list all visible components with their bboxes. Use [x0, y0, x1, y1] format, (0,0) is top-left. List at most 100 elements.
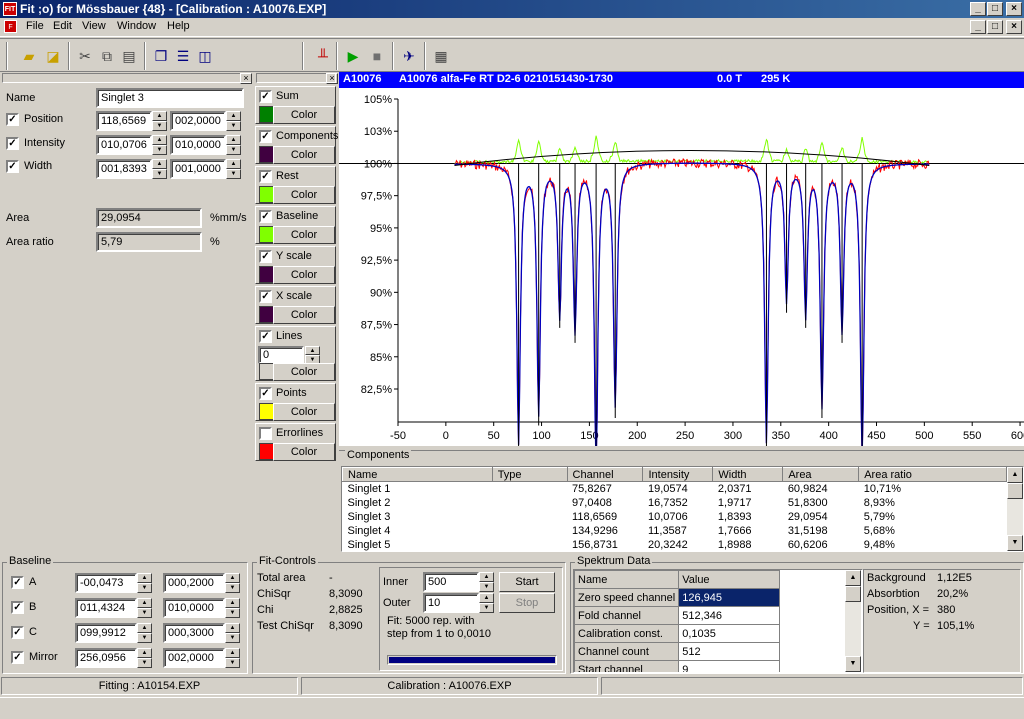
lines-width-spinner[interactable]: ▲ ▼	[305, 346, 320, 364]
spektrum-row[interactable]: Start channel 9	[574, 660, 780, 672]
menu-window[interactable]: Window	[117, 20, 156, 32]
inner-input[interactable]: 500	[423, 572, 479, 592]
fit-app-icon[interactable]: FIT	[3, 2, 17, 16]
spektrum-header[interactable]: Name	[574, 570, 680, 589]
intensity-step-input[interactable]: 010,0000	[170, 135, 226, 155]
column-header[interactable]: Area	[782, 467, 860, 482]
display-checkbox[interactable]: ✓	[259, 330, 272, 343]
open-folder-icon[interactable]: ▰	[18, 45, 40, 67]
position-checkbox[interactable]: ✓	[6, 113, 19, 126]
menu-view[interactable]: View	[82, 20, 106, 32]
baseline-b-checkbox[interactable]: ✓	[11, 601, 24, 614]
close-icon[interactable]: ×	[1006, 2, 1022, 16]
spektrum-value[interactable]: 512	[678, 642, 780, 661]
table-row[interactable]: Singlet 4 134,9296 11,3587 1,7666 31,5198 5,6…	[343, 524, 1007, 538]
width-step-input[interactable]: 001,0000	[170, 159, 226, 179]
cut-icon[interactable]: ✂	[74, 45, 96, 67]
spektrum-value[interactable]: 0,1035	[678, 624, 780, 643]
width-checkbox[interactable]: ✓	[6, 160, 19, 173]
baseline-mirror-step-input[interactable]: 002,0000	[163, 648, 225, 668]
baseline-c-checkbox[interactable]: ✓	[11, 626, 24, 639]
document-icon[interactable]: F	[4, 20, 17, 33]
stop-icon[interactable]: ■	[366, 45, 388, 67]
tile-horizontal-icon[interactable]: ☰	[172, 45, 194, 67]
column-header[interactable]: Area ratio	[858, 467, 1007, 482]
baseline-c-step-input[interactable]: 000,3000	[163, 623, 225, 643]
spectrum-icon[interactable]: ╨	[312, 45, 334, 67]
intensity-input[interactable]: 010,0706	[96, 135, 152, 155]
tile-vertical-icon[interactable]: ◫	[194, 45, 216, 67]
table-row[interactable]: Singlet 2 97,0408 16,7352 1,9717 51,8300 8,93…	[343, 496, 1007, 510]
color-button[interactable]: Color	[273, 146, 335, 164]
spektrum-value[interactable]: 512,346	[678, 606, 780, 625]
baseline-a-step-input[interactable]: 000,2000	[163, 573, 225, 593]
maximize-icon[interactable]: □	[987, 2, 1003, 16]
fit-graph-icon[interactable]: ✈	[398, 45, 420, 67]
display-checkbox[interactable]: ✓	[259, 210, 272, 223]
baseline-b-input[interactable]: 011,4324	[75, 598, 137, 618]
display-checkbox[interactable]: ✓	[259, 90, 272, 103]
display-checkbox[interactable]: ✓	[259, 290, 272, 303]
baseline-b-step-spinner[interactable]: ▲ ▼	[225, 598, 240, 618]
color-button[interactable]: Color	[273, 363, 335, 381]
outer-input[interactable]: 10	[423, 593, 479, 613]
position-step-input[interactable]: 002,0000	[170, 111, 226, 131]
components-scrollbar[interactable]: ▲ ▼	[1007, 467, 1023, 551]
display-checkbox[interactable]: ✓	[259, 387, 272, 400]
menu-help[interactable]: Help	[167, 20, 190, 32]
spectrum-chart[interactable]: A10076 A10076 alfa-Fe RT D2-6 0210151430…	[339, 72, 1024, 446]
display-checkbox[interactable]: ✓	[259, 250, 272, 263]
intensity-checkbox[interactable]: ✓	[6, 137, 19, 150]
open-file-icon[interactable]: ◪	[42, 45, 64, 67]
column-header[interactable]: Intensity	[642, 467, 714, 482]
baseline-b-spinner[interactable]: ▲ ▼	[137, 598, 152, 618]
color-button[interactable]: Color	[273, 106, 335, 124]
baseline-mirror-step-spinner[interactable]: ▲ ▼	[225, 648, 240, 668]
position-spinner[interactable]: ▲ ▼	[152, 111, 167, 131]
child-close-icon[interactable]: ×	[1006, 20, 1022, 34]
width-input[interactable]: 001,8393	[96, 159, 152, 179]
color-button[interactable]: Color	[273, 226, 335, 244]
spektrum-value[interactable]: 9	[678, 660, 780, 672]
play-icon[interactable]: ▶	[342, 45, 364, 67]
spektrum-row[interactable]: Calibration const. 0,1035	[574, 624, 780, 643]
child-minimize-icon[interactable]: _	[970, 20, 986, 34]
baseline-c-step-spinner[interactable]: ▲ ▼	[225, 623, 240, 643]
baseline-mirror-checkbox[interactable]: ✓	[11, 651, 24, 664]
name-input[interactable]: Singlet 3	[96, 88, 244, 108]
cascade-icon[interactable]: ❐	[150, 45, 172, 67]
display-checkbox[interactable]: ✓	[259, 170, 272, 183]
column-header[interactable]: Width	[712, 467, 784, 482]
start-button[interactable]: Start	[499, 572, 555, 592]
baseline-mirror-spinner[interactable]: ▲ ▼	[137, 648, 152, 668]
color-button[interactable]: Color	[273, 266, 335, 284]
column-header[interactable]: Type	[491, 467, 568, 482]
color-button[interactable]: Color	[273, 403, 335, 421]
paste-icon[interactable]: ▤	[118, 45, 140, 67]
panel-close-icon[interactable]: ×	[240, 73, 252, 84]
position-input[interactable]: 118,6569	[96, 111, 152, 131]
baseline-c-spinner[interactable]: ▲ ▼	[137, 623, 152, 643]
table-row[interactable]: Singlet 3 118,6569 10,0706 1,8393 29,0954 5,7…	[343, 510, 1007, 524]
spektrum-header[interactable]: Value	[678, 570, 780, 589]
menu-edit[interactable]: Edit	[53, 20, 72, 32]
table-row[interactable]: Singlet 5 156,8731 20,3242 1,8988 60,6206 9,4…	[343, 538, 1007, 552]
display-checkbox[interactable]: ✓	[259, 130, 272, 143]
spektrum-table[interactable]: Name Value Zero speed channel 126,945 Fold c…	[573, 569, 863, 673]
position-step-spinner[interactable]: ▲ ▼	[226, 111, 241, 131]
menu-file[interactable]: File	[26, 20, 44, 32]
width-step-spinner[interactable]: ▲ ▼	[226, 159, 241, 179]
stop-button[interactable]: Stop	[499, 593, 555, 613]
table-row[interactable]: Singlet 1 75,8267 19,0574 2,0371 60,9824 10,7…	[343, 482, 1007, 496]
baseline-a-input[interactable]: -00,0473	[75, 573, 137, 593]
display-panel-close-icon[interactable]: ×	[326, 73, 338, 84]
intensity-step-spinner[interactable]: ▲ ▼	[226, 135, 241, 155]
notes-icon[interactable]: ▦	[430, 45, 452, 67]
baseline-a-step-spinner[interactable]: ▲ ▼	[225, 573, 240, 593]
spektrum-row[interactable]: Channel count 512	[574, 642, 780, 661]
outer-spinner[interactable]: ▲ ▼	[479, 593, 494, 613]
child-restore-icon[interactable]: □	[987, 20, 1003, 34]
intensity-spinner[interactable]: ▲ ▼	[152, 135, 167, 155]
color-button[interactable]: Color	[273, 186, 335, 204]
spektrum-scrollbar[interactable]: ▲ ▼	[845, 570, 861, 672]
